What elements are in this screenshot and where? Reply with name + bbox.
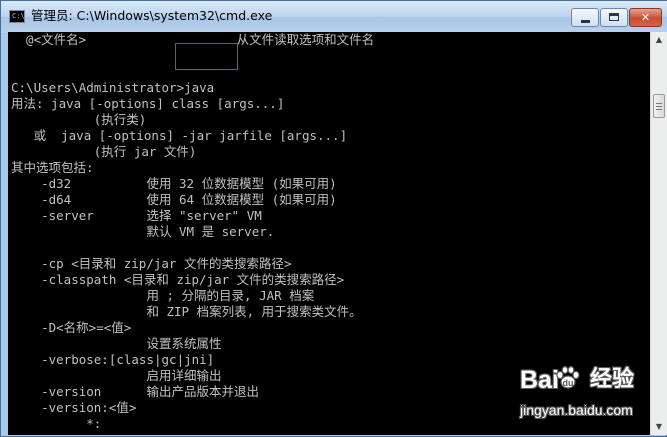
- cmd-icon-text: C:\: [12, 12, 25, 20]
- console-line: 或 java [-options] -jar jarfile [args...]: [11, 128, 348, 143]
- console-line: *:: [11, 416, 102, 431]
- scroll-up-arrow-icon[interactable]: ▲: [651, 32, 667, 48]
- maximize-icon: [609, 13, 619, 21]
- console-line: -server 选择 "server" VM: [11, 208, 262, 223]
- scroll-thumb[interactable]: [653, 94, 665, 118]
- console-line: 默认 VM 是 server.: [11, 224, 275, 239]
- cmd-icon[interactable]: C:\: [9, 10, 25, 23]
- console-line: -cp <目录和 zip/jar 文件的类搜索路径>: [11, 256, 292, 271]
- thumb-grip-line: [656, 106, 662, 107]
- maximize-button[interactable]: [600, 8, 628, 27]
- console-line: -version:<值>: [11, 400, 137, 415]
- window-title: 管理员: C:\Windows\system32\cmd.exe: [31, 8, 273, 23]
- console-line: -d32 使用 32 位数据模型 (如果可用): [11, 176, 337, 191]
- command-highlight-box: [175, 43, 238, 70]
- console-line: -verbose:[class|gc|jni]: [11, 352, 215, 367]
- thumb-grip-line: [656, 109, 662, 110]
- console-line: -D<名称>=<值>: [11, 320, 132, 335]
- console-line: -d64 使用 64 位数据模型 (如果可用): [11, 192, 337, 207]
- console-line: 和 ZIP 档案列表, 用于搜索类文件。: [11, 304, 362, 319]
- console-line: 用法: java [-options] class [args...]: [11, 96, 285, 111]
- console-line: (执行类): [11, 112, 147, 127]
- console-line: 用 ; 分隔的目录, JAR 档案: [11, 288, 315, 303]
- thumb-grip-line: [656, 103, 662, 104]
- baidu-jingyan-watermark: Bai du 经验 jingyan.baidu.com: [520, 364, 666, 436]
- console-line: 启用详细输出: [11, 368, 222, 383]
- minimize-icon: [581, 20, 590, 23]
- console-line: -version 输出产品版本并退出: [11, 384, 259, 399]
- close-button[interactable]: ✕: [629, 8, 662, 27]
- console-line: -classpath <目录和 zip/jar 文件的类搜索路径>: [11, 272, 345, 287]
- watermark-brand-cn: 经验: [590, 367, 635, 392]
- close-icon: ✕: [640, 11, 651, 24]
- console-line: 设置系统属性: [11, 336, 222, 351]
- svg-text:du: du: [563, 378, 574, 388]
- console-line: C:\Users\Administrator>java: [11, 80, 215, 95]
- console-line: (执行 jar 文件): [11, 144, 197, 159]
- baidu-paw-icon: du: [556, 365, 580, 389]
- console-line: 其中选项包括:: [11, 160, 94, 175]
- minimize-button[interactable]: [571, 8, 599, 27]
- watermark-url: jingyan.baidu.com: [520, 402, 633, 418]
- title-bar[interactable]: C:\ 管理员: C:\Windows\system32\cmd.exe ✕: [1, 1, 667, 33]
